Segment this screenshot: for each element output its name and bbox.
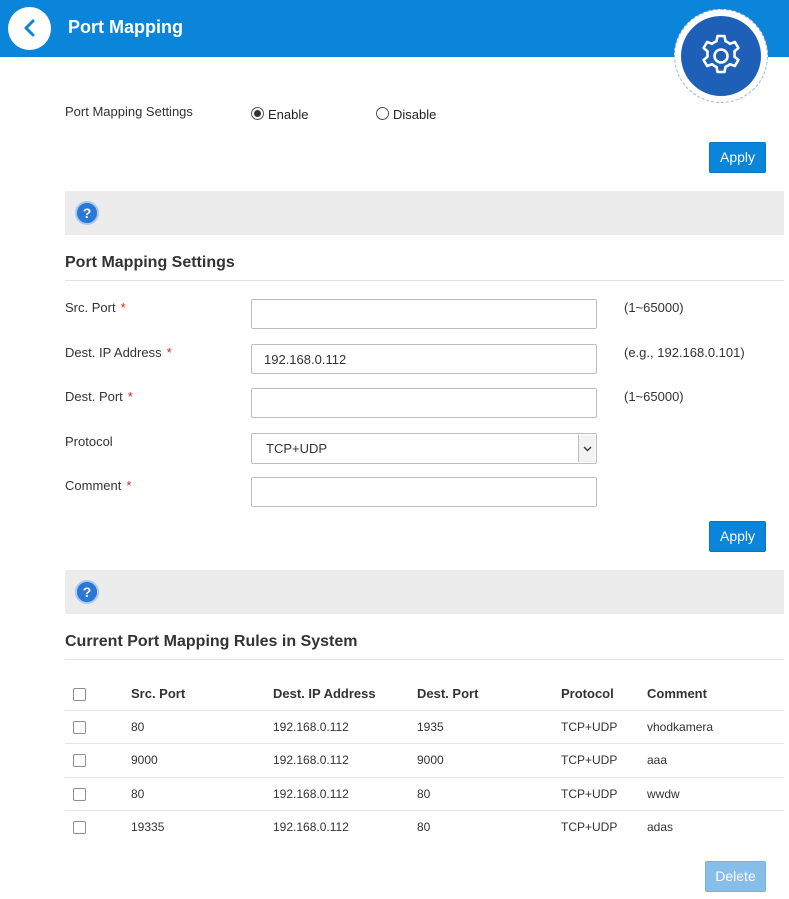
delete-button[interactable]: Delete (705, 861, 766, 892)
required-mark: * (126, 478, 132, 493)
divider (65, 280, 784, 281)
protocol-select-value: TCP+UDP (266, 441, 328, 456)
src-port-cell: 9000 (131, 753, 158, 767)
port-mapping-settings-label: Port Mapping Settings (65, 104, 193, 119)
back-button[interactable] (8, 7, 51, 50)
dropdown-arrow[interactable] (578, 435, 595, 462)
gear-icon (702, 34, 740, 74)
comment-cell: wwdw (647, 787, 680, 801)
chevron-down-icon (583, 446, 592, 452)
protocol-select[interactable]: TCP+UDP (251, 433, 597, 464)
apply-settings-button[interactable]: Apply (709, 142, 766, 173)
page-title: Port Mapping (68, 17, 183, 37)
comment-cell: adas (647, 820, 674, 834)
help-icon[interactable]: ? (75, 580, 99, 604)
rules-section-title: Current Port Mapping Rules in System (65, 633, 358, 650)
settings-badge (674, 9, 768, 103)
chevron-left-icon (24, 19, 35, 37)
column-header: Protocol (561, 686, 614, 701)
apply-rule-button[interactable]: Apply (709, 521, 766, 552)
comment-label: Comment * (65, 478, 132, 493)
row-divider (65, 743, 784, 744)
enable-radio[interactable] (251, 107, 264, 120)
column-header: Src. Port (131, 686, 186, 701)
src-port-cell: 19335 (131, 820, 165, 834)
src-port-hint: (1~65000) (624, 300, 684, 315)
column-header: Dest. IP Address (273, 686, 376, 701)
dest-ip-input[interactable] (251, 344, 597, 374)
column-header: Dest. Port (417, 686, 479, 701)
row-checkbox[interactable] (73, 721, 86, 734)
comment-cell: aaa (647, 753, 668, 767)
src-port-cell: 80 (131, 720, 145, 734)
src-port-cell: 80 (131, 787, 145, 801)
disable-radio[interactable] (376, 107, 389, 120)
protocol-cell: TCP+UDP (561, 720, 618, 734)
row-checkbox[interactable] (73, 788, 86, 801)
row-checkbox[interactable] (73, 754, 86, 767)
help-icon[interactable]: ? (75, 201, 99, 225)
form-section-title: Port Mapping Settings (65, 254, 235, 271)
required-mark: * (120, 300, 126, 315)
required-mark: * (127, 389, 133, 404)
dest-port-hint: (1~65000) (624, 389, 684, 404)
dest-port-input[interactable] (251, 388, 597, 418)
help-bar: ? (65, 570, 784, 614)
dest-port-cell: 1935 (417, 720, 444, 734)
row-divider (65, 810, 784, 811)
dest-ip-cell: 192.168.0.112 (273, 720, 349, 734)
dest-ip-cell: 192.168.0.112 (273, 820, 349, 834)
dest-port-label: Dest. Port * (65, 389, 133, 404)
dest-ip-label: Dest. IP Address * (65, 345, 172, 360)
enable-radio-label[interactable]: Enable (268, 107, 308, 122)
dest-ip-hint: (e.g., 192.168.0.101) (624, 345, 745, 360)
select-all-checkbox[interactable] (73, 688, 86, 701)
header-bar: Port Mapping (0, 0, 789, 57)
column-header: Comment (647, 686, 707, 701)
row-divider (65, 777, 784, 778)
src-port-input[interactable] (251, 299, 597, 329)
protocol-cell: TCP+UDP (561, 753, 618, 767)
comment-cell: vhodkamera (647, 720, 714, 734)
required-mark: * (166, 345, 172, 360)
row-divider (65, 710, 784, 711)
src-port-label: Src. Port * (65, 300, 126, 315)
row-checkbox[interactable] (73, 821, 86, 834)
protocol-label: Protocol (65, 434, 113, 449)
protocol-cell: TCP+UDP (561, 787, 618, 801)
dest-port-cell: 80 (417, 820, 431, 834)
disable-radio-label[interactable]: Disable (393, 107, 436, 122)
comment-input[interactable] (251, 477, 597, 507)
dest-port-cell: 80 (417, 787, 431, 801)
divider (65, 659, 784, 660)
dest-ip-cell: 192.168.0.112 (273, 753, 349, 767)
help-bar: ? (65, 191, 784, 235)
dest-ip-cell: 192.168.0.112 (273, 787, 349, 801)
protocol-cell: TCP+UDP (561, 820, 618, 834)
dest-port-cell: 9000 (417, 753, 444, 767)
